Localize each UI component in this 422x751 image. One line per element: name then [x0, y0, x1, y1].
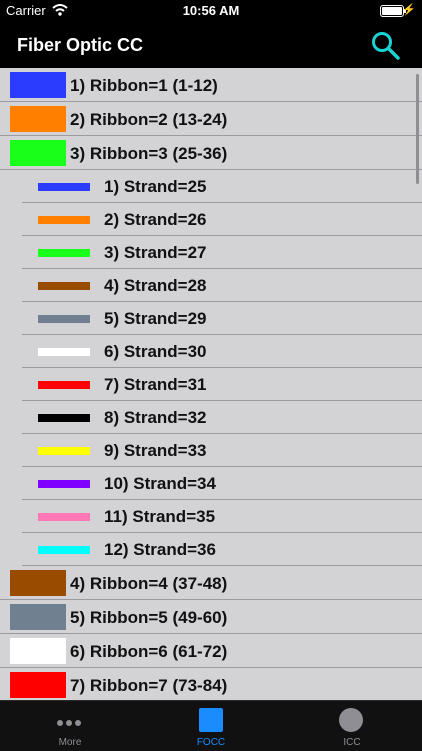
strand-row[interactable]: 11) Strand=35 — [0, 500, 422, 533]
tab-focc[interactable]: FOCC — [141, 701, 281, 751]
ribbon-label: 7) Ribbon=7 (73-84) — [70, 676, 228, 695]
tab-label: More — [58, 737, 82, 748]
strand-label: 12) Strand=36 — [104, 540, 216, 559]
strand-color-bar — [38, 546, 90, 554]
strand-label: 4) Strand=28 — [104, 276, 207, 295]
strand-row[interactable]: 9) Strand=33 — [0, 434, 422, 467]
strand-color-bar — [38, 414, 90, 422]
ribbon-label: 5) Ribbon=5 (49-60) — [70, 608, 228, 627]
color-code-list[interactable]: 1) Ribbon=1 (1-12) 2) Ribbon=2 (13-24) 3) … — [0, 68, 422, 700]
ribbon-color-swatch — [10, 570, 66, 596]
tab-bar: More FOCC ICC — [0, 700, 422, 751]
ribbon-row[interactable]: 1) Ribbon=1 (1-12) — [0, 68, 422, 102]
square-icon — [199, 708, 223, 732]
status-bar: Carrier 10:56 AM ⚡ — [0, 0, 422, 22]
strand-label: 5) Strand=29 — [104, 309, 207, 328]
ribbon-row[interactable]: 2) Ribbon=2 (13-24) — [0, 102, 422, 136]
ribbon-label: 6) Ribbon=6 (61-72) — [70, 642, 228, 661]
strand-label: 2) Strand=26 — [104, 210, 207, 229]
strand-color-bar — [38, 183, 90, 191]
strand-label: 11) Strand=35 — [104, 507, 216, 526]
ribbon-label: 3) Ribbon=3 (25-36) — [70, 144, 228, 163]
strand-color-bar — [38, 249, 90, 257]
strand-color-bar — [38, 447, 90, 455]
search-icon[interactable] — [370, 30, 402, 62]
ribbon-row[interactable]: 6) Ribbon=6 (61-72) — [0, 634, 422, 668]
circle-icon — [339, 708, 363, 732]
ribbon-row[interactable]: 7) Ribbon=7 (73-84) — [0, 668, 422, 700]
scroll-indicator[interactable] — [416, 74, 419, 184]
strand-row[interactable]: 1) Strand=25 — [0, 170, 422, 203]
ribbon-color-swatch — [10, 140, 66, 166]
strand-color-bar — [38, 480, 90, 488]
strand-row[interactable]: 5) Strand=29 — [0, 302, 422, 335]
strand-label: 9) Strand=33 — [104, 441, 207, 460]
ribbon-label: 1) Ribbon=1 (1-12) — [70, 76, 218, 95]
ribbon-color-swatch — [10, 72, 66, 98]
battery-icon — [380, 5, 406, 17]
strand-row[interactable]: 8) Strand=32 — [0, 401, 422, 434]
strand-label: 6) Strand=30 — [104, 342, 207, 361]
strand-label: 10) Strand=34 — [104, 474, 216, 493]
tab-icc[interactable]: ICC — [282, 701, 422, 751]
ribbon-label: 4) Ribbon=4 (37-48) — [70, 574, 228, 593]
ribbon-row[interactable]: 3) Ribbon=3 (25-36) — [0, 136, 422, 170]
strand-color-bar — [38, 315, 90, 323]
ribbon-row[interactable]: 5) Ribbon=5 (49-60) — [0, 600, 422, 634]
strand-label: 7) Strand=31 — [104, 375, 207, 394]
page-title: Fiber Optic CC — [17, 35, 144, 55]
strand-label: 3) Strand=27 — [104, 243, 207, 262]
strand-row[interactable]: 2) Strand=26 — [0, 203, 422, 236]
strand-row[interactable]: 6) Strand=30 — [0, 335, 422, 368]
strand-row[interactable]: 4) Strand=28 — [0, 269, 422, 302]
clock: 10:56 AM — [182, 3, 240, 18]
charging-icon: ⚡ — [402, 4, 416, 16]
strand-row[interactable]: 7) Strand=31 — [0, 368, 422, 401]
strand-label: 8) Strand=32 — [104, 408, 207, 427]
strand-row[interactable]: 3) Strand=27 — [0, 236, 422, 269]
strand-color-bar — [38, 381, 90, 389]
strand-row[interactable]: 12) Strand=36 — [0, 533, 422, 566]
strand-label: 1) Strand=25 — [104, 177, 207, 196]
strand-color-bar — [38, 348, 90, 356]
ribbon-color-swatch — [10, 604, 66, 630]
ribbon-color-swatch — [10, 638, 66, 664]
strand-row[interactable]: 10) Strand=34 — [0, 467, 422, 500]
ribbon-label: 2) Ribbon=2 (13-24) — [70, 110, 228, 129]
strand-color-bar — [38, 513, 90, 521]
more-dots-icon — [57, 713, 84, 731]
strand-color-bar — [38, 216, 90, 224]
strand-color-bar — [38, 282, 90, 290]
ribbon-color-swatch — [10, 672, 66, 698]
tab-label: FOCC — [196, 737, 226, 748]
ribbon-color-swatch — [10, 106, 66, 132]
ribbon-row[interactable]: 4) Ribbon=4 (37-48) — [0, 566, 422, 600]
tab-label: ICC — [343, 737, 361, 748]
tab-more[interactable]: More — [0, 701, 140, 751]
navigation-bar: Fiber Optic CC — [0, 22, 422, 68]
